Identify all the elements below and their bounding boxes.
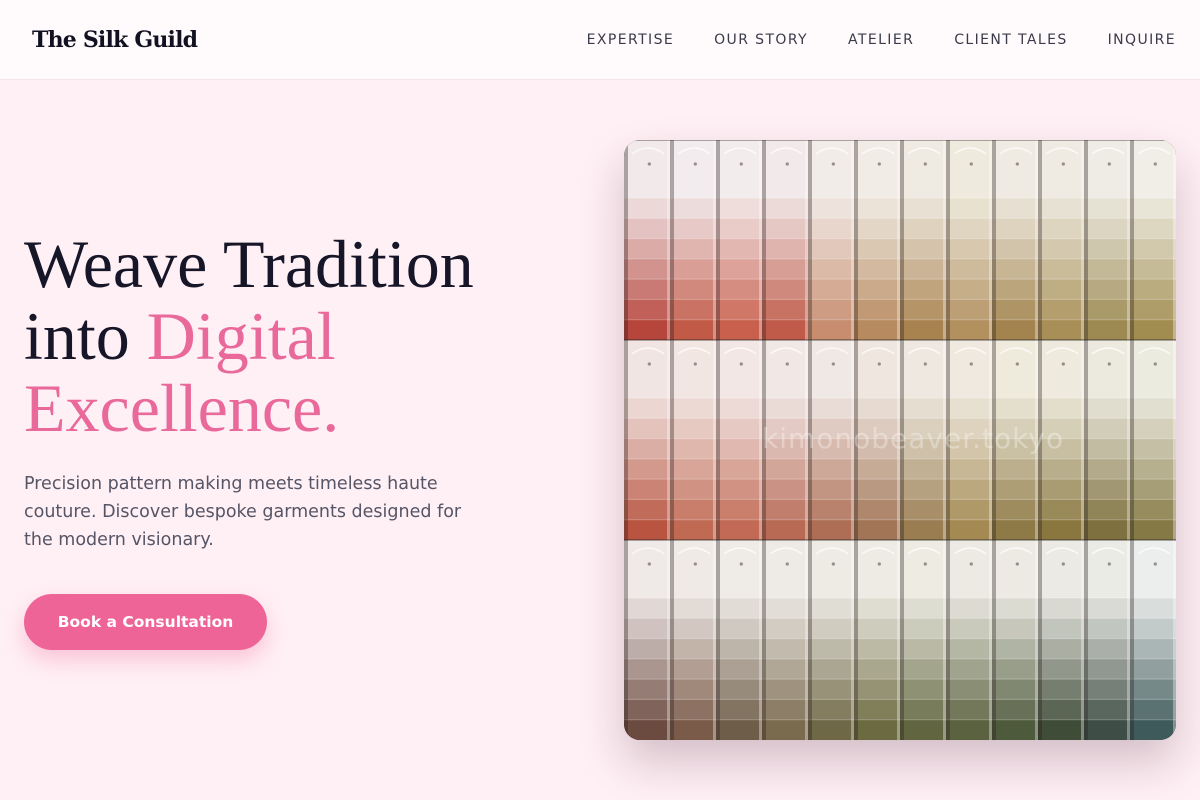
color-swatch-image: kimonobeaver.tokyo [624, 140, 1176, 740]
swatch-card [854, 140, 900, 341]
swatch-card [716, 140, 762, 341]
swatch-card [808, 140, 854, 341]
swatch-card [716, 340, 762, 541]
swatch-card [854, 540, 900, 740]
hero-title-line-2-accent: Digital [146, 298, 336, 374]
nav-link-expertise[interactable]: EXPERTISE [587, 32, 674, 48]
image-watermark: kimonobeaver.tokyo [762, 422, 1065, 455]
hero-title-line-1: Weave Tradition [24, 226, 474, 302]
swatch-card [946, 540, 992, 740]
swatch-card [1038, 540, 1084, 740]
swatch-card [716, 540, 762, 740]
swatch-row-divider [624, 140, 1176, 141]
swatch-card [900, 540, 946, 740]
swatch-card [762, 140, 808, 341]
swatch-card [624, 140, 670, 341]
main-nav: EXPERTISE OUR STORY ATELIER CLIENT TALES… [587, 32, 1176, 48]
swatch-card [624, 540, 670, 740]
swatch-card [946, 140, 992, 341]
brand-logo[interactable]: The Silk Guild [32, 27, 198, 53]
nav-link-our-story[interactable]: OUR STORY [714, 32, 808, 48]
swatch-card [808, 540, 854, 740]
site-header: The Silk Guild EXPERTISE OUR STORY ATELI… [0, 0, 1200, 80]
swatch-card [670, 140, 716, 341]
hero-title-line-2-prefix: into [24, 298, 147, 374]
swatch-card [1038, 140, 1084, 341]
nav-link-atelier[interactable]: ATELIER [848, 32, 914, 48]
swatch-card [900, 140, 946, 341]
swatch-card [1084, 540, 1130, 740]
swatch-card [670, 340, 716, 541]
nav-link-inquire[interactable]: INQUIRE [1108, 32, 1176, 48]
swatch-card [1130, 140, 1176, 341]
swatch-card [992, 540, 1038, 740]
hero-subtitle: Precision pattern making meets timeless … [24, 474, 462, 550]
nav-link-client-tales[interactable]: CLIENT TALES [954, 32, 1067, 48]
swatch-row-divider [624, 339, 1176, 341]
hero-title: Weave Tradition into Digital Excellence. [24, 228, 584, 444]
hero-title-line-3-accent: Excellence. [24, 370, 340, 446]
swatch-card [624, 340, 670, 541]
swatch-card [670, 540, 716, 740]
swatch-card [762, 540, 808, 740]
swatch-card [1084, 340, 1130, 541]
swatch-card [992, 140, 1038, 341]
swatch-card [1084, 140, 1130, 341]
swatch-card [1130, 540, 1176, 740]
swatch-card [1130, 340, 1176, 541]
swatch-row-divider [624, 539, 1176, 541]
book-consultation-button[interactable]: Book a Consultation [24, 594, 267, 650]
